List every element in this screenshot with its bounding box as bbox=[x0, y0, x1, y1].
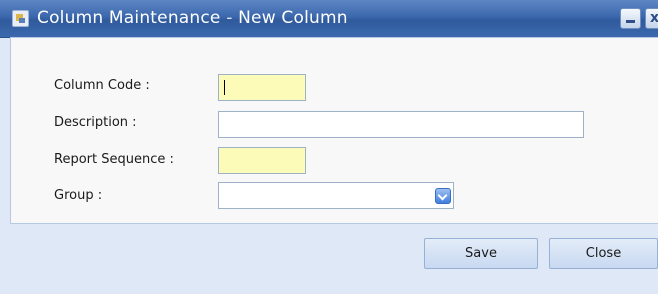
minimize-icon[interactable] bbox=[620, 8, 641, 29]
group-label: Group : bbox=[54, 188, 103, 203]
close-button[interactable]: Close bbox=[549, 238, 658, 269]
text-cursor bbox=[224, 80, 225, 95]
title-bar[interactable]: Column Maintenance - New Column x bbox=[0, 0, 658, 38]
window-title-mode: New Column bbox=[238, 8, 348, 28]
report-sequence-label: Report Sequence : bbox=[54, 152, 174, 167]
column-maintenance-window: Column Maintenance - New Column x Column… bbox=[0, 0, 658, 294]
description-input[interactable] bbox=[218, 111, 584, 138]
column-code-input[interactable] bbox=[218, 74, 306, 101]
close-icon[interactable]: x bbox=[645, 8, 658, 29]
description-label: Description : bbox=[54, 115, 137, 130]
save-button[interactable]: Save bbox=[424, 238, 538, 269]
column-code-label: Column Code : bbox=[54, 78, 150, 93]
form-panel: Column Code : Description : Report Seque… bbox=[10, 37, 658, 224]
window-title: Column Maintenance - New Column bbox=[37, 8, 348, 28]
chevron-down-icon[interactable] bbox=[435, 188, 451, 204]
report-sequence-input[interactable] bbox=[218, 147, 306, 174]
group-select[interactable] bbox=[218, 182, 454, 209]
form-icon bbox=[12, 10, 29, 27]
window-title-main: Column Maintenance bbox=[37, 8, 221, 28]
window-title-separator: - bbox=[220, 8, 239, 28]
